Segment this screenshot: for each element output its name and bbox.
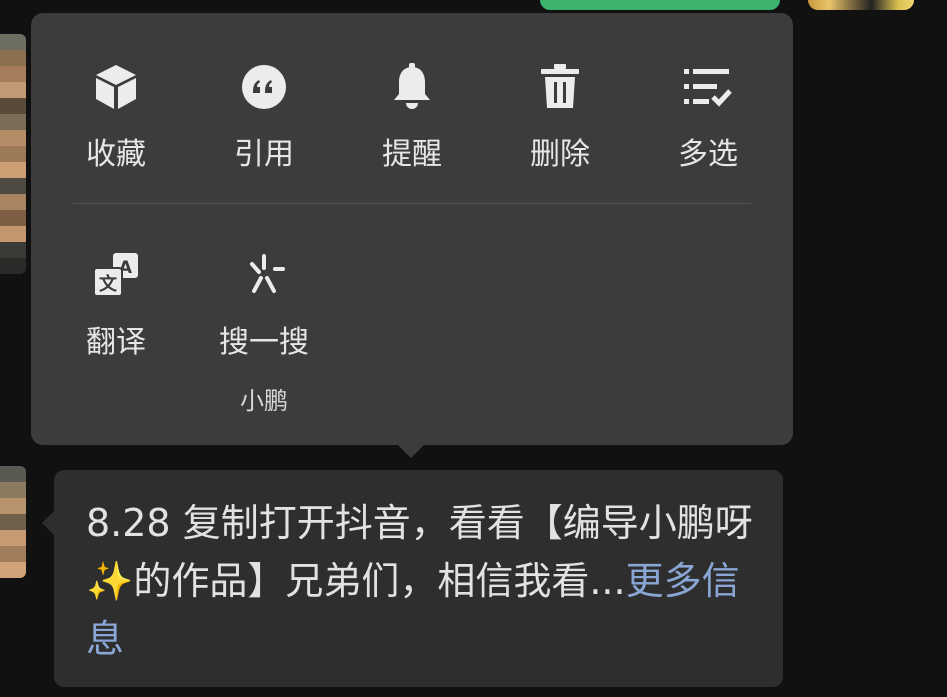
trash-icon: [500, 59, 620, 115]
svg-text:文: 文: [99, 273, 118, 295]
menu-label: 删除: [530, 137, 590, 172]
menu-label: 多选: [678, 137, 738, 172]
menu-item-delete[interactable]: 删除: [500, 59, 620, 173]
menu-arrow: [397, 444, 425, 458]
menu-item-remind[interactable]: 提醒: [352, 59, 472, 173]
menu-item-favorite[interactable]: 收藏: [56, 59, 176, 173]
top-green-button[interactable]: [540, 0, 780, 10]
menu-label: 翻译: [86, 325, 146, 360]
multiselect-icon: [648, 59, 768, 115]
menu-label: 收藏: [86, 137, 146, 172]
menu-item-translate[interactable]: A 文 翻译: [56, 247, 176, 361]
context-menu: 收藏 引用 提醒 删除 多选 A 文 翻译 搜一搜 小鹏: [31, 13, 793, 445]
quote-icon: [204, 59, 324, 115]
menu-label: 引用: [234, 137, 294, 172]
menu-item-search[interactable]: 搜一搜 小鹏: [204, 247, 324, 416]
cube-icon: [56, 59, 176, 115]
menu-item-quote[interactable]: 引用: [204, 59, 324, 173]
search-sparkle-icon: [204, 247, 324, 303]
menu-label: 搜一搜: [219, 325, 309, 360]
translate-icon: A 文: [56, 247, 176, 303]
avatar[interactable]: [0, 466, 26, 578]
menu-item-multiselect[interactable]: 多选: [648, 59, 768, 173]
message-text: 8.28 复制打开抖音，看看【编导小鹏呀✨的作品】兄弟们，相信我看...更多信息: [86, 494, 762, 668]
message-bubble[interactable]: 8.28 复制打开抖音，看看【编导小鹏呀✨的作品】兄弟们，相信我看...更多信息: [54, 470, 783, 687]
bell-icon: [352, 59, 472, 115]
top-avatar[interactable]: [808, 0, 914, 10]
menu-sublabel: 小鹏: [240, 387, 288, 415]
menu-divider: [73, 203, 751, 204]
menu-label: 提醒: [382, 137, 442, 172]
avatar[interactable]: [0, 34, 26, 274]
